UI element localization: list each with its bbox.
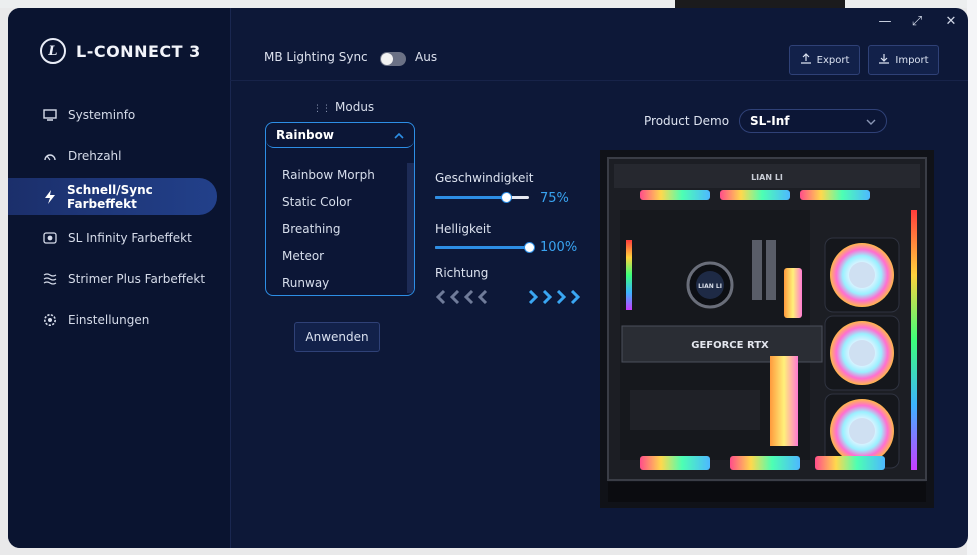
chipset-heatsink [630, 390, 760, 430]
direction-left-button[interactable] [435, 290, 497, 304]
sidebar-item-label: Systeminfo [68, 107, 136, 122]
top-fan-3 [800, 190, 870, 200]
sidebar-item-label: SL Infinity Farbeffekt [68, 230, 192, 245]
modus-selected: Rainbow [276, 128, 334, 142]
speed-slider-fill [435, 196, 506, 199]
modus-option[interactable]: Static Color [266, 188, 406, 215]
chevron-down-icon [866, 114, 876, 128]
front-led-strip [911, 210, 917, 470]
sidebar-item-einstellungen[interactable]: Einstellungen [22, 301, 222, 338]
maximize-button[interactable]: ⤢ [909, 14, 925, 29]
case-base [608, 482, 926, 502]
app-title: L-CONNECT 3 [76, 41, 201, 61]
brightness-slider[interactable] [435, 242, 535, 253]
dropdown-scrollbar[interactable] [407, 163, 414, 293]
bottom-fan-2 [730, 456, 800, 470]
gauge-icon [42, 148, 58, 164]
apply-button[interactable]: Anwenden [294, 322, 380, 352]
sidebar-item-label: Einstellungen [68, 312, 150, 327]
direction-right-button[interactable] [527, 290, 589, 304]
modus-option[interactable]: Rainbow Morph [266, 161, 406, 188]
import-label: Import [895, 54, 929, 66]
product-selected: SL-Inf [750, 114, 790, 128]
ram-stick-2 [766, 240, 776, 300]
speed-slider-thumb[interactable] [500, 192, 512, 203]
top-fan-1 [640, 190, 710, 200]
modus-option[interactable]: Meteor [266, 242, 406, 269]
chevrons-right-icon [528, 290, 581, 304]
fan-icon [42, 230, 58, 246]
lightning-icon [42, 189, 57, 205]
brightness-slider-thumb[interactable] [524, 242, 535, 253]
dots-icon: ⋮⋮ [313, 104, 331, 114]
speed-value: 75% [540, 191, 569, 206]
left-led-strip [626, 240, 632, 310]
minimize-button[interactable]: — [877, 14, 893, 29]
waves-icon [42, 271, 58, 287]
modus-option[interactable]: Runway [266, 269, 406, 295]
sidebar-item-schnell-sync[interactable]: Schnell/Sync Farbeffekt [8, 178, 217, 215]
mb-lighting-sync-label: MB Lighting Sync [264, 50, 368, 64]
sidebar-item-systeminfo[interactable]: Systeminfo [22, 96, 222, 133]
ram-stick-1 [752, 240, 762, 300]
close-button[interactable]: ✕ [943, 14, 959, 29]
product-demo-label: Product Demo [644, 114, 730, 128]
modus-option[interactable]: Breathing [266, 215, 406, 242]
modus-label: ⋮⋮ Modus [313, 100, 375, 114]
bottom-fan-1 [640, 456, 710, 470]
brightness-label: Helligkeit [435, 222, 491, 236]
download-icon [878, 53, 890, 67]
sidebar-item-drehzahl[interactable]: Drehzahl [22, 137, 222, 174]
speed-slider[interactable] [435, 192, 529, 203]
top-fan-2 [720, 190, 790, 200]
modus-dropdown-header[interactable]: Rainbow [266, 123, 414, 148]
app-logo: L L-CONNECT 3 [40, 38, 201, 64]
direction-controls [435, 290, 589, 304]
brightness-slider-fill [435, 246, 529, 249]
sync-state-label: Aus [415, 50, 438, 64]
case-brand-text: LIAN LI [751, 173, 783, 182]
speed-label: Geschwindigkeit [435, 171, 534, 185]
sidebar-item-label: Schnell/Sync Farbeffekt [67, 182, 153, 211]
pc-case-preview: LIAN LI LIAN LI GEFORCE RTX [600, 150, 934, 508]
bottom-fan-3 [815, 456, 885, 470]
brightness-value: 100% [540, 240, 578, 255]
pump-brand-text: LIAN LI [698, 283, 722, 290]
gear-icon [42, 312, 58, 328]
monitor-icon [42, 107, 58, 123]
modus-dropdown[interactable]: Rainbow Rainbow Morph Static Color Breat… [265, 122, 415, 296]
direction-label: Richtung [435, 266, 489, 280]
side-fans [824, 237, 900, 469]
modus-options: Rainbow Morph Static Color Breathing Met… [266, 161, 406, 295]
export-button[interactable]: Export [789, 45, 860, 75]
sidebar-nav: Systeminfo Drehzahl Schnell/Sync Farbeff… [8, 96, 222, 342]
header-divider [230, 80, 968, 81]
export-label: Export [816, 54, 850, 66]
product-demo-select[interactable]: SL-Inf [739, 109, 887, 133]
sidebar-item-label: Drehzahl [68, 148, 122, 163]
upload-icon [800, 53, 812, 67]
chevrons-left-icon [435, 290, 488, 304]
lianli-logo-icon: L [40, 38, 66, 64]
gpu-brand-text: GEFORCE RTX [691, 340, 769, 351]
background-right [967, 0, 977, 555]
import-button[interactable]: Import [868, 45, 939, 75]
sidebar-item-sl-infinity[interactable]: SL Infinity Farbeffekt [22, 219, 222, 256]
app-window: — ⤢ ✕ L L-CONNECT 3 Systeminfo Drehzahl [8, 8, 968, 548]
sidebar: L L-CONNECT 3 Systeminfo Drehzahl Schnel… [8, 8, 231, 548]
atx-strimer [784, 268, 802, 318]
sidebar-item-label: Strimer Plus Farbeffekt [68, 271, 206, 286]
mb-lighting-sync-toggle[interactable] [380, 52, 406, 66]
chevron-up-icon [394, 128, 404, 142]
toggle-knob [381, 53, 393, 65]
sidebar-item-strimer-plus[interactable]: Strimer Plus Farbeffekt [22, 260, 222, 297]
gpu-strimer [770, 356, 798, 446]
